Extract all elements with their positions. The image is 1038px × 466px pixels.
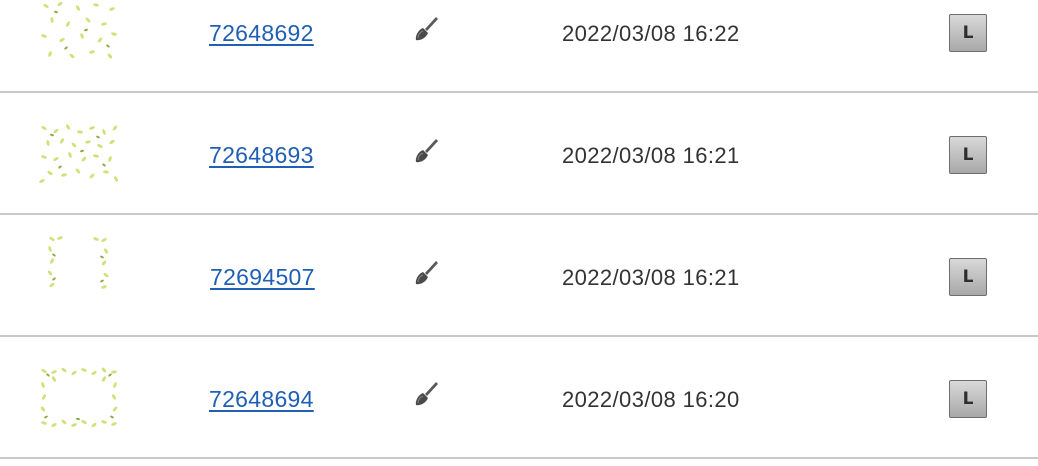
table-row: 72694507 2022/03/08 16:21 L (0, 215, 1038, 337)
thumbnail-image[interactable] (38, 0, 120, 62)
file-id-link[interactable]: 72694507 (210, 264, 315, 291)
brush-icon[interactable] (410, 134, 442, 166)
thumbnail-image[interactable] (38, 123, 120, 185)
l-button[interactable]: L (949, 258, 987, 296)
date-text: 2022/03/08 16:21 (562, 143, 740, 168)
brush-icon[interactable] (410, 256, 442, 288)
date-text: 2022/03/08 16:20 (562, 387, 740, 412)
l-button[interactable]: L (949, 380, 987, 418)
table-row: 72648693 2022/03/08 16:21 L (0, 93, 1038, 215)
l-button[interactable]: L (949, 14, 987, 52)
table-row: 72648694 2022/03/08 16:20 L (0, 337, 1038, 459)
date-text: 2022/03/08 16:21 (562, 265, 740, 290)
table-row: 72648692 2022/03/08 16:22 L (0, 0, 1038, 93)
file-id-link[interactable]: 72648693 (209, 142, 314, 169)
brush-icon[interactable] (410, 12, 442, 44)
row-divider (0, 457, 1038, 459)
thumbnail-image[interactable] (38, 235, 120, 297)
file-id-link[interactable]: 72648692 (209, 20, 314, 47)
thumbnail-image[interactable] (38, 367, 120, 429)
file-id-link[interactable]: 72648694 (209, 386, 314, 413)
l-button[interactable]: L (949, 136, 987, 174)
date-text: 2022/03/08 16:22 (562, 21, 740, 46)
brush-icon[interactable] (410, 377, 442, 409)
